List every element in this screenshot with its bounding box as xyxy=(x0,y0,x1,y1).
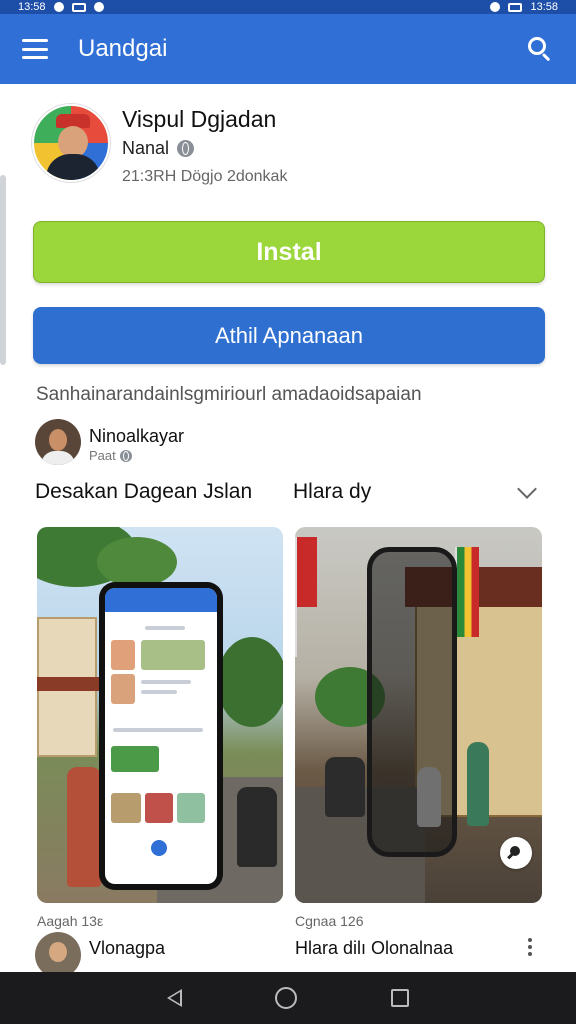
profile-subtitle: Nanal xyxy=(122,138,195,159)
app-title: Uandgai xyxy=(78,35,168,62)
motorbike-illustration xyxy=(237,787,277,867)
section-title-left: Desakan Dagean Jslan xyxy=(35,480,253,503)
chevron-down-icon[interactable] xyxy=(517,479,537,499)
message-icon xyxy=(71,2,86,12)
roof-illustration xyxy=(37,677,107,691)
status-time-right: 13:58 xyxy=(530,1,558,13)
hamburger-menu-icon[interactable] xyxy=(22,39,48,59)
bottom-poster-name: Vlonagpa xyxy=(89,938,166,958)
poster-row[interactable]: Ninoalkayar Paat xyxy=(35,419,435,469)
profile-header: Vispul Dgjadan Nanal 21:3RH Dögjo 2donka… xyxy=(32,104,552,194)
search-icon[interactable] xyxy=(526,35,554,63)
back-icon[interactable] xyxy=(166,989,182,1007)
bottom-poster-title: Hlara dilı Olonalnaa xyxy=(295,938,454,958)
wifi-icon xyxy=(490,2,501,12)
poster-avatar[interactable] xyxy=(35,419,81,465)
card-caption-2: Cgnaa 126 xyxy=(295,913,364,929)
section-header: Desakan Dagean Jslan Hlara dy xyxy=(35,478,540,508)
app-notification-icon xyxy=(93,2,104,12)
home-icon[interactable] xyxy=(275,987,298,1009)
globe-icon xyxy=(177,140,195,157)
avatar[interactable] xyxy=(32,104,110,182)
recents-icon[interactable] xyxy=(391,989,410,1007)
tagline: Sanhainarandainlsgmiriourl amadaoidsapai… xyxy=(36,384,422,405)
bottom-poster-row[interactable]: Vlonagpa Hlara dilı Olonalnaa xyxy=(35,932,540,978)
edit-icon[interactable] xyxy=(500,837,532,869)
phone-mockup xyxy=(99,582,223,890)
poster-subtitle-text: Paat xyxy=(89,448,116,463)
notification-icon xyxy=(53,2,64,12)
person-illustration xyxy=(67,767,101,887)
tree-illustration xyxy=(217,637,283,727)
profile-meta: 21:3RH Dögjo 2donkak xyxy=(122,168,288,185)
status-time-left: 13:58 xyxy=(18,1,46,13)
screenshot-card-1[interactable] xyxy=(37,527,283,903)
main-content: Vispul Dgjadan Nanal 21:3RH Dögjo 2donka… xyxy=(0,84,576,978)
profile-subtitle-text: Nanal xyxy=(122,138,170,158)
card-caption-1: Aagah 13ε xyxy=(37,913,104,929)
poster-name: Ninoalkayar xyxy=(89,426,185,446)
secondary-action-button[interactable]: Athil Apnanaan xyxy=(33,307,545,364)
screenshot-card-2[interactable] xyxy=(295,527,542,903)
person-illustration xyxy=(467,742,489,826)
scroll-indicator[interactable] xyxy=(0,175,6,365)
profile-name: Vispul Dgjadan xyxy=(122,106,277,132)
phone-mockup xyxy=(367,547,457,857)
section-title-right: Hlara dy xyxy=(293,480,372,503)
palm-tree-illustration xyxy=(97,537,177,587)
status-bar: 13:58 13:58 xyxy=(0,0,576,14)
more-options-icon[interactable] xyxy=(528,938,532,956)
poster-subtitle: Paat xyxy=(89,448,132,463)
status-left: 13:58 xyxy=(18,1,104,13)
install-button[interactable]: Instal xyxy=(33,221,545,283)
motorbike-illustration xyxy=(325,757,365,817)
battery-icon xyxy=(508,2,523,12)
globe-icon xyxy=(119,449,132,462)
system-nav-bar xyxy=(0,972,576,1024)
status-right: 13:58 xyxy=(490,1,558,13)
app-bar: Uandgai xyxy=(0,14,576,84)
